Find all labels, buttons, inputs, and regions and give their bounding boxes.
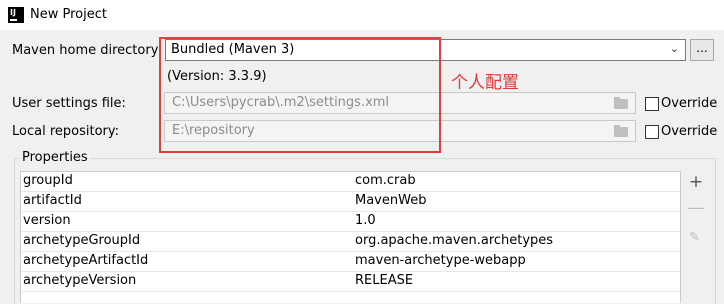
property-key: version (23, 213, 71, 228)
property-key: archetypeVersion (23, 273, 137, 288)
title-bar: IJ New Project (0, 0, 724, 30)
property-value: 1.0 (355, 213, 376, 228)
local-repository-override-checkbox[interactable] (645, 125, 659, 139)
property-value: com.crab (355, 173, 416, 188)
maven-home-label: Maven home directory: (12, 43, 162, 58)
properties-title: Properties (20, 150, 90, 165)
window-title: New Project (30, 7, 107, 22)
annotation-text: 个人配置 (451, 73, 519, 93)
property-value: RELEASE (355, 273, 414, 288)
property-value: org.apache.maven.archetypes (355, 233, 554, 248)
table-row[interactable]: archetypeVersion RELEASE (21, 272, 680, 292)
property-value: maven-archetype-webapp (355, 253, 526, 268)
highlight-box (159, 37, 441, 153)
remove-property-icon[interactable]: — (686, 198, 706, 218)
browse-maven-home-button[interactable]: ... (690, 39, 714, 61)
table-row[interactable]: archetypeGroupId org.apache.maven.archet… (21, 232, 680, 252)
add-property-icon[interactable]: + (686, 172, 706, 192)
table-row[interactable]: artifactId MavenWeb (21, 192, 680, 212)
user-settings-override-checkbox[interactable] (645, 97, 659, 111)
folder-icon[interactable] (614, 97, 628, 109)
local-repository-label: Local repository: (12, 124, 119, 139)
table-row[interactable]: archetypeArtifactId maven-archetype-weba… (21, 252, 680, 272)
local-repository-override-label: Override (661, 124, 718, 139)
property-value: MavenWeb (355, 193, 427, 208)
folder-icon[interactable] (614, 125, 628, 137)
table-row[interactable]: version 1.0 (21, 212, 680, 232)
intellij-app-icon: IJ (8, 7, 24, 23)
chevron-down-icon[interactable]: ⌄ (670, 42, 679, 55)
user-settings-label: User settings file: (12, 96, 126, 111)
table-row[interactable]: groupId com.crab (21, 172, 680, 192)
edit-property-icon[interactable]: ✎ (689, 230, 700, 245)
properties-table: groupId com.crab artifactId MavenWeb ver… (20, 171, 681, 303)
user-settings-override-label: Override (661, 96, 718, 111)
property-key: groupId (23, 173, 73, 188)
property-key: archetypeArtifactId (23, 253, 149, 268)
property-key: archetypeGroupId (23, 233, 141, 248)
property-key: artifactId (23, 193, 82, 208)
